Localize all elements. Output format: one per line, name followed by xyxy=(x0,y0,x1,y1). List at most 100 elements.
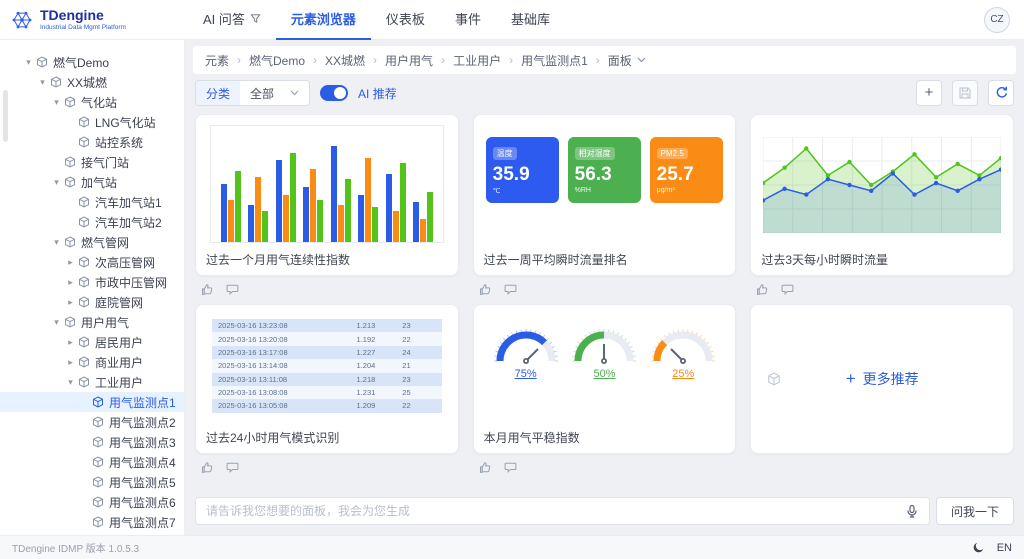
comment-icon[interactable] xyxy=(504,283,517,296)
caret-right-icon[interactable]: ▸ xyxy=(64,257,77,268)
breadcrumb-item[interactable]: 工业用户 xyxy=(453,52,501,69)
tree-item[interactable]: ▾ 燃气Demo xyxy=(0,52,184,72)
ai-recommend-label: AI 推荐 xyxy=(358,86,397,101)
breadcrumb-item[interactable]: 元素 xyxy=(205,52,229,69)
caret-right-icon[interactable]: ▸ xyxy=(64,357,77,368)
tree-item[interactable]: 用气监测点6 xyxy=(0,492,184,512)
tree-item[interactable]: ▸ 次高压管网 xyxy=(0,252,184,272)
tree-item[interactable]: 用气监测点2 xyxy=(0,412,184,432)
tree-item-label: 用气监测点3 xyxy=(109,435,176,450)
chevron-down-icon[interactable] xyxy=(637,57,646,63)
bar xyxy=(227,200,234,242)
comment-icon[interactable] xyxy=(226,461,239,474)
tree-item-label: 用户用气 xyxy=(81,315,130,330)
element-cube-icon xyxy=(64,96,76,108)
card-bar-chart[interactable]: 过去一个月用气连续性指数 xyxy=(195,114,459,276)
table-row: 2025-03-16 13:05:08 1.209 22 xyxy=(212,399,442,413)
more-recommend-card[interactable]: 更多推荐 xyxy=(750,304,1014,454)
thumbs-up-icon[interactable] xyxy=(479,283,492,296)
thumbs-up-icon[interactable] xyxy=(756,283,769,296)
caret-down-icon[interactable]: ▾ xyxy=(50,317,63,328)
ai-recommend-toggle[interactable] xyxy=(320,85,349,101)
tree-item[interactable]: ▾ 用户用气 xyxy=(0,312,184,332)
thumbs-up-icon[interactable] xyxy=(201,283,214,296)
tree-item[interactable]: LNG气化站 xyxy=(0,112,184,132)
tree-item[interactable]: ▸ 居民用户 xyxy=(0,332,184,352)
prompt-input[interactable] xyxy=(206,504,905,518)
breadcrumb-item[interactable]: 用气监测点1 xyxy=(521,52,588,69)
tree-item[interactable]: 用气监测点3 xyxy=(0,432,184,452)
tree-item[interactable]: 用气监测点1 xyxy=(0,392,184,412)
nav-item-dashboard[interactable]: 仪表板 xyxy=(371,0,440,40)
filter-bar: 分类 全部 AI 推荐 xyxy=(185,74,1024,112)
tree-item[interactable]: 汽车加气站1 xyxy=(0,192,184,212)
thumbs-up-icon[interactable] xyxy=(201,461,214,474)
caret-right-icon[interactable]: ▸ xyxy=(64,337,77,348)
card-caption: 本月用气平稳指数 xyxy=(483,430,580,445)
logo[interactable]: TDengine Industrial Data Mgmt Platform xyxy=(10,8,188,32)
main-content: 元素 › 燃气Demo › XX城燃 › 用户用气 › 工业用户 › 用气监测点1 › 面板 分类 全部… xyxy=(185,40,1024,535)
caret-down-icon[interactable]: ▾ xyxy=(50,237,63,248)
refresh-button[interactable] xyxy=(988,80,1014,106)
nav-item-base-library[interactable]: 基础库 xyxy=(496,0,565,40)
tree-item[interactable]: 汽车加气站2 xyxy=(0,212,184,232)
card-line-chart[interactable]: 过去3天每小时瞬时流量 xyxy=(750,114,1014,276)
comment-icon[interactable] xyxy=(504,461,517,474)
tree-item[interactable]: 用气监测点7 xyxy=(0,512,184,532)
save-button[interactable] xyxy=(952,80,978,106)
bar xyxy=(337,205,344,242)
card-table[interactable]: 2025-03-16 13:23:08 1.213 23 2025-03-16 13:… xyxy=(195,304,459,454)
caret-down-icon[interactable]: ▾ xyxy=(64,377,77,388)
comment-icon[interactable] xyxy=(781,283,794,296)
sidebar: ▾ 燃气Demo ▾ XX城燃 ▾ 气化站 LNG气化站 站控系统 接气门站 ▾ 加气站 汽车加气站1… xyxy=(0,40,185,535)
recommend-grid: 过去一个月用气连续性指数 温度 35.9 ℃ 相对湿度 56.3 %RH PM2.5 25.7… xyxy=(185,112,1024,495)
tree-item[interactable]: ▾ 气化站 xyxy=(0,92,184,112)
tree-item[interactable]: ▾ XX城燃 xyxy=(0,72,184,92)
breadcrumb-item[interactable]: 燃气Demo xyxy=(249,52,305,69)
breadcrumb-item[interactable]: 用户用气 xyxy=(385,52,433,69)
caret-down-icon[interactable]: ▾ xyxy=(50,177,63,188)
tree-item-label: 气化站 xyxy=(81,95,118,110)
category-select-label: 分类 xyxy=(196,81,241,105)
tree-item[interactable]: 站控系统 xyxy=(0,132,184,152)
tree-item[interactable]: ▾ 加气站 xyxy=(0,172,184,192)
breadcrumb-separator: › xyxy=(509,53,514,67)
tree-item[interactable]: ▸ 庭院管网 xyxy=(0,292,184,312)
tree-item[interactable]: 用气监测点4 xyxy=(0,452,184,472)
avatar[interactable]: CZ xyxy=(984,6,1010,33)
add-button[interactable] xyxy=(916,80,942,106)
tree-item[interactable]: ▸ 商业用户 xyxy=(0,352,184,372)
tree-item[interactable]: 接气门站 xyxy=(0,152,184,172)
nav-item-events[interactable]: 事件 xyxy=(440,0,496,40)
card-kpi[interactable]: 温度 35.9 ℃ 相对湿度 56.3 %RH PM2.5 25.7 μg/m³ 过去一周平均瞬… xyxy=(472,114,737,276)
dark-mode-icon[interactable] xyxy=(972,541,985,554)
nav-item-element-browser[interactable]: 元素浏览器 xyxy=(275,0,371,40)
tree-item[interactable]: ▾ 工业用户 xyxy=(0,372,184,392)
caret-down-icon[interactable]: ▾ xyxy=(50,97,63,108)
element-cube-icon xyxy=(78,216,90,228)
caret-right-icon[interactable]: ▸ xyxy=(64,277,77,288)
ask-button[interactable]: 问我一下 xyxy=(935,497,1014,525)
card-gauges[interactable]: 75% 50% 25% 本月用气平稳指数 xyxy=(472,304,737,454)
kpi-tile: 相对湿度 56.3 %RH xyxy=(567,137,641,203)
comment-icon[interactable] xyxy=(226,283,239,296)
table-row: 2025-03-16 13:20:08 1.192 22 xyxy=(212,332,442,346)
tree-item[interactable]: 用气监测点5 xyxy=(0,472,184,492)
breadcrumb-item[interactable]: 面板 xyxy=(608,52,632,69)
thumbs-up-icon[interactable] xyxy=(479,461,492,474)
nav-item-ai-qa[interactable]: AI 问答 xyxy=(188,0,276,40)
kpi-value: 35.9 xyxy=(492,164,530,185)
caret-right-icon[interactable]: ▸ xyxy=(64,297,77,308)
gauge: 25% xyxy=(645,323,721,421)
tree-item[interactable]: ▸ 市政中压管网 xyxy=(0,272,184,292)
tree-item[interactable]: ▾ 燃气管网 xyxy=(0,232,184,252)
caret-down-icon[interactable]: ▾ xyxy=(36,77,49,88)
category-select[interactable]: 分类 全部 xyxy=(195,80,311,106)
microphone-icon[interactable] xyxy=(905,504,919,518)
kpi-unit: ℃ xyxy=(492,188,501,195)
kpi-label: 温度 xyxy=(492,147,517,160)
caret-down-icon[interactable]: ▾ xyxy=(22,57,35,68)
language-switch[interactable]: EN xyxy=(997,542,1012,554)
sidebar-scrollbar[interactable] xyxy=(3,90,8,142)
breadcrumb-item[interactable]: XX城燃 xyxy=(325,52,365,69)
